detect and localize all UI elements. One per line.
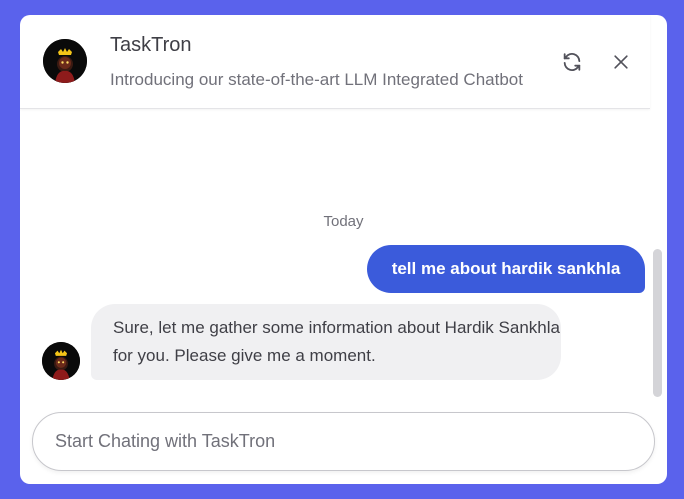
chat-widget: TaskTron Introducing our state-of-the-ar… bbox=[20, 15, 667, 484]
chat-input[interactable] bbox=[55, 413, 635, 470]
bot-title: TaskTron bbox=[110, 34, 192, 56]
chat-header: TaskTron Introducing our state-of-the-ar… bbox=[20, 15, 650, 109]
refresh-icon bbox=[563, 53, 581, 71]
close-icon bbox=[614, 55, 628, 69]
bot-avatar-image bbox=[43, 39, 87, 83]
messages-scrollbar[interactable] bbox=[653, 249, 662, 397]
chat-composer bbox=[32, 412, 655, 471]
user-message: tell me about hardik sankhla bbox=[367, 245, 645, 293]
refresh-button[interactable] bbox=[557, 47, 587, 77]
bot-avatar-image bbox=[42, 342, 80, 380]
bot-avatar bbox=[43, 39, 87, 83]
bot-message-avatar bbox=[42, 342, 80, 380]
date-separator: Today bbox=[323, 213, 364, 230]
bot-description: Introducing our state-of-the-art LLM Int… bbox=[110, 70, 523, 89]
bot-message: Sure, let me gather some information abo… bbox=[91, 304, 561, 380]
close-button[interactable] bbox=[606, 47, 636, 77]
